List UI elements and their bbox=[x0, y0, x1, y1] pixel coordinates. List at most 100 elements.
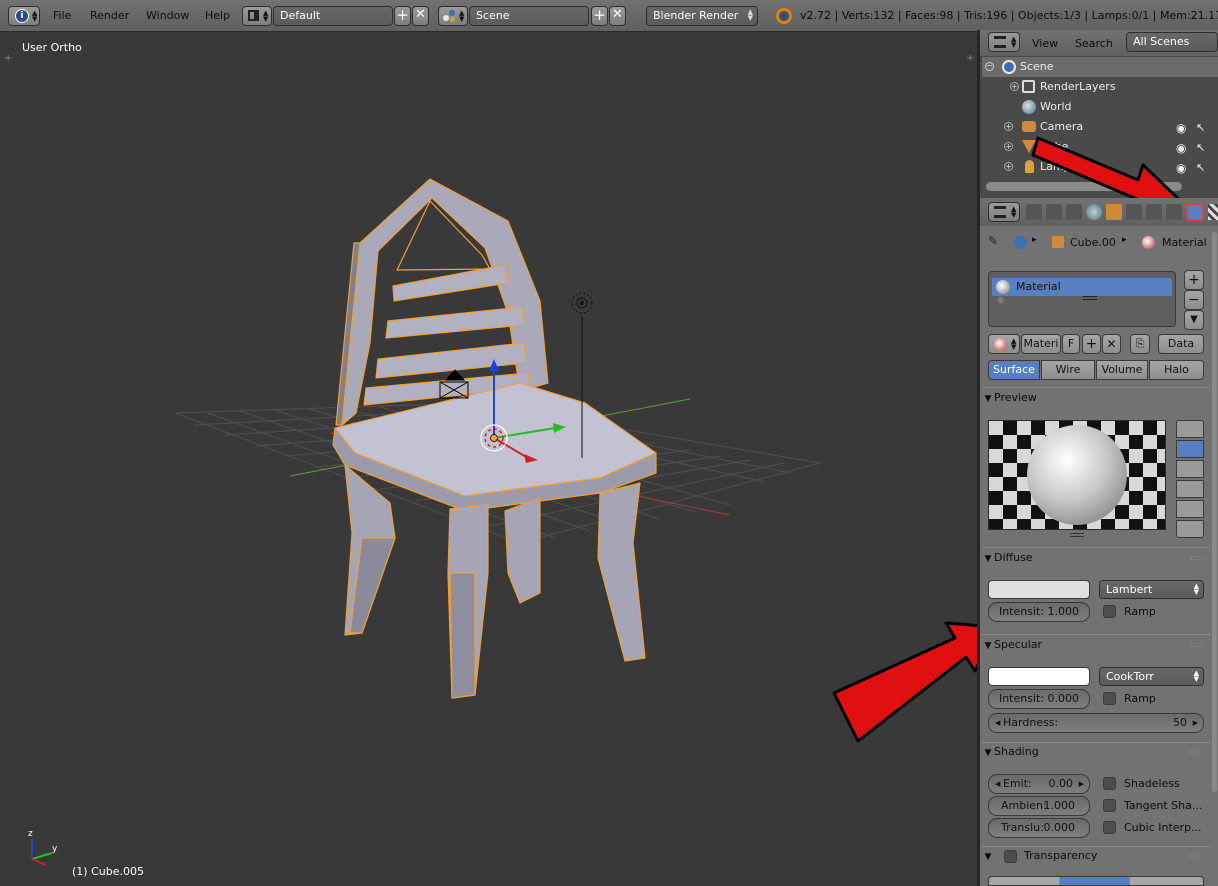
resize-handle-icon[interactable] bbox=[1083, 296, 1097, 300]
material-browse-button[interactable]: ▲ ▼ bbox=[988, 334, 1020, 354]
new-material-icon[interactable]: + bbox=[1082, 334, 1101, 354]
fake-user-button[interactable]: F bbox=[1062, 334, 1080, 354]
drag-handle-icon[interactable]: :::: bbox=[1190, 747, 1204, 756]
hardness-slider[interactable]: ◀ Hardness: 50 ▶ bbox=[988, 713, 1204, 733]
material-slot-item[interactable]: Material bbox=[992, 278, 1172, 296]
resize-handle-icon[interactable] bbox=[1070, 533, 1084, 537]
transparency-checkbox[interactable] bbox=[1004, 850, 1017, 863]
remove-layout-icon[interactable]: ✕ bbox=[412, 6, 429, 26]
transparency-panel-header[interactable]: ▼ Transparency bbox=[982, 849, 1210, 869]
chevron-updown-icon: ▲ ▼ bbox=[1193, 669, 1199, 683]
layout-browse-button[interactable]: ▲ ▼ bbox=[242, 6, 272, 26]
tab-volume[interactable]: Volume bbox=[1096, 360, 1148, 380]
tab-halo[interactable]: Halo bbox=[1149, 360, 1204, 380]
modifiers-tab-icon[interactable] bbox=[1146, 204, 1162, 220]
pin-icon[interactable]: ✎ bbox=[988, 234, 998, 248]
ambient-field[interactable]: Ambien: 1.000 bbox=[988, 796, 1090, 816]
specular-panel-header[interactable]: ▼ Specular bbox=[982, 638, 1210, 658]
specular-color-swatch[interactable] bbox=[988, 667, 1090, 686]
outliner-view-menu[interactable]: View bbox=[1032, 37, 1058, 50]
breadcrumb: ✎ ▸ Cube.00 ▸ Material bbox=[986, 234, 1216, 252]
preview-spheres-icon[interactable] bbox=[1176, 520, 1204, 538]
diffuse-color-swatch[interactable] bbox=[988, 580, 1090, 599]
menu-file[interactable]: File bbox=[53, 9, 71, 22]
render-engine-dropdown[interactable]: Blender Render ▲ ▼ bbox=[646, 6, 758, 26]
drag-handle-icon[interactable]: :::: bbox=[1190, 640, 1204, 649]
outliner-row-scene[interactable]: − Scene bbox=[982, 57, 1218, 77]
preview-panel-header[interactable]: ▼ Preview bbox=[982, 391, 1210, 411]
editor-type-button[interactable]: i ▲ ▼ bbox=[8, 6, 40, 26]
properties-editor-type-button[interactable]: ▲ ▼ bbox=[988, 202, 1020, 222]
material-slot-list[interactable]: Material ⊕ bbox=[988, 271, 1176, 327]
preview-sphere-icon[interactable] bbox=[1176, 440, 1204, 458]
remove-scene-icon[interactable]: ✕ bbox=[609, 6, 626, 26]
preview-plane-icon[interactable] bbox=[1176, 420, 1204, 438]
preview-hair-icon[interactable] bbox=[1176, 500, 1204, 518]
constraints-tab-icon[interactable] bbox=[1126, 204, 1142, 220]
tab-wire[interactable]: Wire bbox=[1041, 360, 1095, 380]
add-layout-icon[interactable]: + bbox=[394, 6, 411, 26]
emit-field[interactable]: ◀ Emit: 0.00 ▶ bbox=[988, 774, 1090, 794]
ambient-value: 1.000 bbox=[1043, 799, 1076, 812]
preview-cube-icon[interactable] bbox=[1176, 460, 1204, 478]
collapse-triangle-icon: ▼ bbox=[984, 748, 992, 758]
properties-scrollbar[interactable] bbox=[1212, 232, 1217, 792]
tab-surface[interactable]: Surface bbox=[988, 360, 1040, 380]
layout-name-field[interactable]: Default bbox=[273, 6, 393, 26]
object-tab-icon[interactable] bbox=[1106, 204, 1122, 220]
diffuse-shader-dropdown[interactable]: Lambert ▲ ▼ bbox=[1099, 580, 1204, 599]
outliner-scenes-dropdown[interactable]: All Scenes bbox=[1126, 32, 1218, 52]
render-tab-icon[interactable] bbox=[1026, 204, 1042, 220]
translucency-value: 0.000 bbox=[1043, 821, 1076, 834]
copy-material-icon[interactable]: ⎘ bbox=[1130, 334, 1150, 354]
renderlayers-tab-icon[interactable] bbox=[1046, 204, 1062, 220]
slider-right-arrow-icon: ▶ bbox=[1192, 719, 1198, 727]
data-tab-icon[interactable] bbox=[1166, 204, 1182, 220]
transparency-mode-row bbox=[988, 876, 1204, 886]
menu-window[interactable]: Window bbox=[146, 9, 189, 22]
unlink-material-icon[interactable]: ✕ bbox=[1102, 334, 1121, 354]
3d-viewport[interactable]: User Ortho + + z y (1) Cube.005 bbox=[0, 33, 978, 886]
material-icon bbox=[1142, 236, 1155, 249]
diffuse-intensity-field[interactable]: Intensit: 1.000 bbox=[988, 602, 1090, 622]
world-tab-icon[interactable] bbox=[1086, 204, 1102, 220]
cubic-interpolation-checkbox[interactable] bbox=[1103, 821, 1116, 834]
drag-handle-icon[interactable]: :::: bbox=[1190, 553, 1204, 562]
diffuse-panel-header[interactable]: ▼ Diffuse bbox=[982, 551, 1210, 571]
svg-text:z: z bbox=[28, 829, 33, 839]
scene-tab-icon[interactable] bbox=[1066, 204, 1082, 220]
outliner-row-renderlayers[interactable]: + RenderLayers bbox=[982, 77, 1218, 97]
chevron-updown-icon: ▲ ▼ bbox=[1011, 205, 1017, 219]
diffuse-ramp-checkbox[interactable] bbox=[1103, 605, 1116, 618]
outliner-editor-type-button[interactable]: ▲ ▼ bbox=[988, 32, 1020, 52]
tangent-shading-checkbox[interactable] bbox=[1103, 799, 1116, 812]
scene-icon bbox=[1014, 236, 1027, 249]
cubic-interpolation-label: Cubic Interp... bbox=[1124, 821, 1202, 834]
remove-material-slot-button[interactable]: − bbox=[1184, 290, 1204, 310]
shading-panel-header[interactable]: ▼ Shading bbox=[982, 745, 1210, 765]
translucency-field[interactable]: Translu: 0.000 bbox=[988, 818, 1090, 838]
tangent-shading-label: Tangent Sha... bbox=[1124, 799, 1203, 812]
scene-name-field[interactable]: Scene bbox=[469, 6, 589, 26]
specular-ramp-checkbox[interactable] bbox=[1103, 692, 1116, 705]
slot-specials-button[interactable]: ▼ bbox=[1184, 310, 1204, 330]
menu-render[interactable]: Render bbox=[90, 9, 129, 22]
add-material-slot-button[interactable]: + bbox=[1184, 270, 1204, 290]
specular-shader-dropdown[interactable]: CookTorr ▲ ▼ bbox=[1099, 667, 1204, 686]
scene-browse-button[interactable]: ▲ ▼ bbox=[438, 6, 468, 26]
add-scene-icon[interactable]: + bbox=[591, 6, 608, 26]
breadcrumb-object: Cube.00 bbox=[1070, 236, 1116, 249]
panel-title: Specular bbox=[994, 638, 1043, 651]
material-tab-icon[interactable] bbox=[1186, 203, 1204, 221]
info-icon: i bbox=[15, 9, 29, 23]
preview-monkey-icon[interactable] bbox=[1176, 480, 1204, 498]
link-type-dropdown[interactable]: Data bbox=[1158, 334, 1204, 354]
texture-tab-icon[interactable] bbox=[1208, 204, 1218, 220]
drag-handle-icon[interactable]: :::: bbox=[1190, 851, 1204, 860]
chevron-updown-icon: ▲ ▼ bbox=[1011, 35, 1017, 49]
specular-intensity-field[interactable]: Intensit: 0.000 bbox=[988, 689, 1090, 709]
menu-help[interactable]: Help bbox=[205, 9, 230, 22]
material-name-field[interactable]: Materi bbox=[1021, 334, 1061, 354]
shadeless-checkbox[interactable] bbox=[1103, 777, 1116, 790]
outliner-search-menu[interactable]: Search bbox=[1075, 37, 1113, 50]
